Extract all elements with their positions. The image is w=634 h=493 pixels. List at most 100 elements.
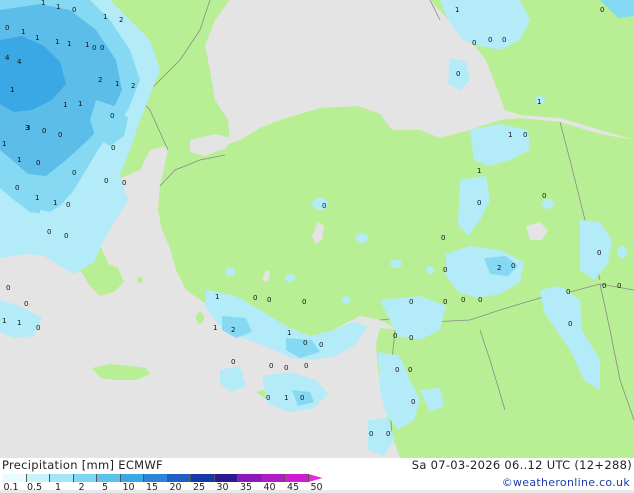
precip-label: 0 [111, 144, 115, 152]
legend-swatch [238, 474, 262, 482]
precip-label: 0 [267, 296, 271, 304]
precip-label: 0 [58, 131, 62, 139]
precip-label: 0 [488, 36, 492, 44]
precip-label: 1 [17, 156, 21, 164]
precip-label: 4 [5, 54, 10, 62]
precip-label: 0 [566, 288, 570, 296]
precip-label: 0 [66, 201, 70, 209]
precip-label: 1 [10, 86, 14, 94]
precip-label: 0 [409, 298, 413, 306]
precip-label: 1 [213, 324, 217, 332]
precip-label: 0 [110, 112, 114, 120]
precip-label: 1 [215, 293, 219, 301]
precip-label: 0 [92, 44, 96, 52]
precip-label: 0 [64, 232, 68, 240]
precip-label: 0 [36, 159, 40, 167]
precip-label: 0 [386, 430, 390, 438]
precip-label: 1 [63, 101, 67, 109]
precip-label: 0 [42, 127, 46, 135]
precip-label: 1 [103, 13, 107, 21]
precip-label: 1 [21, 28, 25, 36]
map-footer: Precipitation [mm] ECMWF Sa 07-03-2026 0… [0, 458, 634, 493]
legend-swatch [308, 474, 323, 482]
precip-label: 2 [497, 264, 501, 272]
precip-label: 2 [231, 326, 235, 334]
precip-label: 0 [266, 394, 270, 402]
precip-label: 0 [443, 266, 447, 274]
precip-label: 0 [6, 284, 10, 292]
precip-label: 1 [67, 40, 71, 48]
legend-tick-label: 45 [286, 482, 300, 493]
legend-swatch [3, 474, 27, 482]
precip-label: 0 [302, 298, 306, 306]
precip-label: 1 [2, 317, 6, 325]
precip-label: 1 [56, 3, 60, 11]
source-credit-link[interactable]: ©weatheronline.co.uk [502, 476, 630, 489]
legend-tick-label: 0.1 [3, 482, 19, 493]
precip-label: 1 [41, 0, 45, 7]
precip-label: 0 [72, 6, 76, 14]
precip-label: 0 [408, 366, 412, 374]
precip-label: 1 [78, 100, 82, 108]
legend-swatch [97, 474, 121, 482]
legend-swatch [214, 474, 238, 482]
precip-label: 1 [17, 319, 21, 327]
legend-tick-label: 30 [216, 482, 229, 493]
precip-label: 0 [511, 262, 515, 270]
legend-swatch [144, 474, 168, 482]
precip-label: 2 [98, 76, 102, 84]
legend-swatch [50, 474, 74, 482]
precip-label: 0 [472, 39, 476, 47]
precip-label: 0 [303, 339, 307, 347]
precip-label: 0 [72, 169, 76, 177]
precip-label: 4 [17, 58, 22, 66]
precip-label: 0 [523, 131, 527, 139]
island-chios [173, 231, 179, 241]
legend-swatch [261, 474, 285, 482]
precip-label: 1 [284, 394, 288, 402]
precip-label: 2 [131, 82, 135, 90]
island-rhodes [196, 312, 204, 324]
legend-tick-label: 40 [263, 482, 276, 493]
precip-label: 0 [478, 296, 482, 304]
precip-label: 0 [5, 24, 9, 32]
precip-label: 0 [542, 192, 546, 200]
legend-tick-label: 20 [169, 482, 182, 493]
precip-label: 0 [456, 70, 460, 78]
precip-label: 1 [53, 199, 57, 207]
island-cyclades [137, 277, 143, 283]
legend-swatch [120, 474, 144, 482]
precip-label: 0 [600, 6, 604, 14]
precip-label: 1 [115, 80, 119, 88]
island-lesbos [176, 212, 188, 220]
legend-swatch [26, 474, 50, 482]
precip-label: 0 [461, 296, 465, 304]
legend-tick-label: 0.5 [26, 482, 43, 493]
precip-label: 0 [100, 44, 104, 52]
precip-label: 1 [85, 41, 89, 49]
precip-label: 0 [393, 332, 397, 340]
precip-label: 0 [443, 298, 447, 306]
precip-label: 0 [441, 234, 445, 242]
precip-label: 0 [411, 398, 415, 406]
precip-label: 0 [369, 430, 373, 438]
map-title: Precipitation [mm] ECMWF [2, 458, 163, 472]
precip-label: 1 [537, 98, 541, 106]
legend-tick-label: 15 [145, 482, 159, 493]
precip-label: 0 [122, 179, 126, 187]
legend-swatch [73, 474, 97, 482]
legend-tick-label: 2 [78, 482, 85, 493]
precip-label: 3 [25, 124, 29, 132]
precip-label: 2 [119, 16, 123, 24]
legend-tick-label: 35 [239, 482, 253, 493]
precip-label: 0 [597, 249, 601, 257]
precip-label: 1 [455, 6, 459, 14]
legend-tick-label: 10 [122, 482, 135, 493]
precip-label: 1 [477, 167, 481, 175]
precip-label: 0 [300, 394, 304, 402]
precip-label: 0 [47, 228, 51, 236]
precip-label: 0 [568, 320, 572, 328]
precip-label: 0 [36, 324, 40, 332]
legend-tick-label: 25 [192, 482, 206, 493]
legend-color-scale [3, 474, 323, 482]
